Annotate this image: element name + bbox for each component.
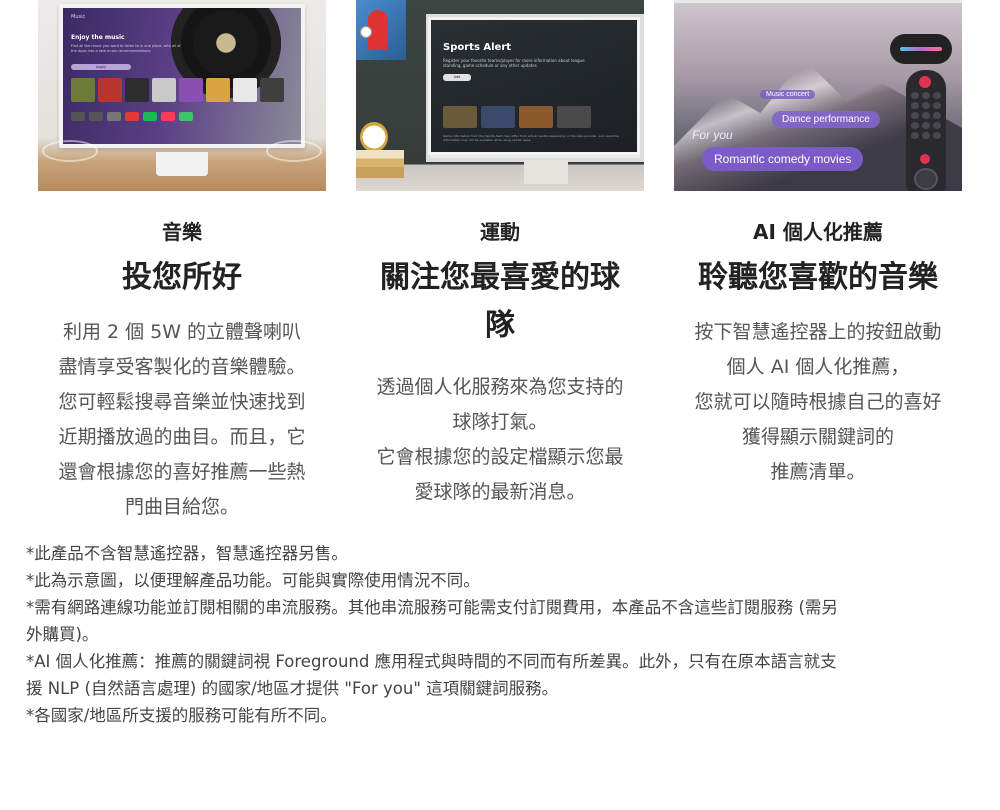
headline-line: 隊 — [485, 308, 515, 343]
keyword-pill-romantic-comedy: Romantic comedy movies — [702, 147, 864, 171]
feature-body: 按下智慧遙控器上的按鈕啟動 個人 AI 個人化推薦， 您就可以隨時根據自己的喜好… — [674, 315, 962, 490]
footnote: *此產品不含智慧遙控器，智慧遙控器另售。 — [26, 544, 348, 563]
sports-alert-footer: Game information from the Sports Alert m… — [443, 134, 619, 142]
album-cover — [125, 78, 149, 102]
body-line: 利用 2 個 5W 的立體聲喇叭 — [62, 321, 302, 343]
keyword-pill-music-concert: Music concert — [760, 90, 816, 99]
clock-icon — [360, 122, 388, 152]
wheel-icon — [914, 168, 938, 190]
music-app-label: Music — [71, 14, 86, 20]
album-cover — [206, 78, 230, 102]
speaker-wave-icon — [42, 140, 98, 162]
tv-stand — [156, 152, 208, 176]
body-line: 個人 AI 個人化推薦， — [726, 356, 910, 378]
footnotes: *此產品不含智慧遙控器，智慧遙控器另售。 *此為示意圖，以便理解產品功能。可能與… — [26, 540, 976, 729]
body-line: 愛球隊的最新消息。 — [414, 481, 586, 503]
body-line: 按下智慧遙控器上的按鈕啟動 — [694, 321, 942, 343]
tv-display: Music Enjoy the music Find all the music… — [59, 4, 305, 148]
album-cover — [152, 78, 176, 102]
album-cover — [71, 78, 95, 102]
footnote: *此為示意圖，以便理解產品功能。可能與實際使用情況不同。 — [26, 571, 480, 590]
app-tile — [161, 112, 175, 121]
feature-body: 利用 2 個 5W 的立體聲喇叭 盡情享受客製化的音樂體驗。 您可輕鬆搜尋音樂並… — [38, 315, 326, 525]
league-cards — [443, 106, 591, 128]
tv-stand — [524, 160, 568, 184]
app-tile — [107, 112, 121, 121]
speaker-wave-icon — [266, 140, 322, 162]
feature-ai: Music concert Dance performance For you … — [674, 0, 962, 490]
footnote: 援 NLP (自然語言處理) 的國家/地區才提供 "For you" 這項關鍵詞… — [26, 679, 559, 698]
album-cover — [233, 78, 257, 102]
app-tile — [143, 112, 157, 121]
body-line: 您可輕鬆搜尋音樂並快速找到 — [58, 391, 306, 413]
body-line: 推薦清單。 — [770, 461, 866, 483]
music-app-heading: Enjoy the music — [71, 34, 125, 41]
music-app-subtitle: Find all the music you want to listen to… — [71, 44, 181, 53]
headline-line: 關注您最喜愛的球 — [380, 260, 620, 295]
body-line: 透過個人化服務來為您支持的 — [376, 376, 624, 398]
sports-add-button: Add — [443, 74, 471, 81]
footnote: *需有網路連線功能並訂閱相關的串流服務。其他串流服務可能需支付訂閱費用，本產品不… — [26, 598, 838, 617]
album-cover — [179, 78, 203, 102]
sports-alert-subtitle: Register your favorite teams/player for … — [443, 58, 585, 68]
feature-body: 透過個人化服務來為您支持的 球隊打氣。 它會根據您的設定檔顯示您最 愛球隊的最新… — [356, 370, 644, 510]
feature-category: 運動 — [480, 220, 520, 244]
music-hero-image: Music Enjoy the music Find all the music… — [38, 0, 326, 191]
mic-icon — [920, 154, 930, 164]
ai-hero-image: Music concert Dance performance For you … — [674, 0, 962, 191]
footnote: 外購買)。 — [26, 625, 99, 644]
footnote: *各國家/地區所支援的服務可能有所不同。 — [26, 706, 337, 725]
body-line: 盡情享受客製化的音樂體驗。 — [58, 356, 306, 378]
league-card — [481, 106, 515, 128]
tv-display: Sports Alert Register your favorite team… — [428, 17, 640, 155]
feature-headline: 聆聽您喜歡的音樂 — [698, 260, 938, 295]
feature-headline: 投您所好 — [122, 260, 242, 295]
remote-control-icon — [906, 70, 946, 191]
for-you-label: For you — [692, 128, 733, 142]
books-decor — [356, 150, 404, 178]
league-card — [519, 106, 553, 128]
keyword-pill-dance-performance: Dance performance — [772, 111, 880, 128]
app-tile — [125, 112, 139, 121]
league-card — [443, 106, 477, 128]
sports-alert-title: Sports Alert — [443, 42, 512, 53]
power-icon — [919, 76, 931, 88]
feature-category: 音樂 — [162, 220, 202, 244]
body-line: 球隊打氣。 — [452, 411, 548, 433]
voice-wave-icon — [890, 34, 952, 64]
body-line: 您就可以隨時根據自己的喜好 — [694, 391, 942, 413]
feature-music: Music Enjoy the music Find all the music… — [38, 0, 326, 525]
album-cover — [98, 78, 122, 102]
body-line: 還會根據您的喜好推薦一些熱 — [58, 461, 306, 483]
league-card — [557, 106, 591, 128]
footnote: *AI 個人化推薦：推薦的關鍵詞視 Foreground 應用程式與時間的不同而… — [26, 652, 837, 671]
album-cover — [260, 78, 284, 102]
feature-headline: 關注您最喜愛的球 隊 — [350, 254, 650, 350]
music-app-pill: Apply — [71, 64, 131, 70]
app-tile — [71, 112, 85, 121]
body-line: 門曲目給您。 — [124, 496, 239, 518]
body-line: 獲得顯示關鍵詞的 — [741, 426, 894, 448]
app-tile — [179, 112, 193, 121]
album-row — [71, 78, 284, 102]
app-row — [71, 112, 193, 121]
feature-sports: Sports Alert Register your favorite team… — [356, 0, 644, 510]
body-line: 近期播放過的曲目。而且，它 — [58, 426, 306, 448]
body-line: 它會根據您的設定檔顯示您最 — [376, 446, 624, 468]
soccer-ball-icon — [360, 26, 372, 38]
feature-category: AI 個人化推薦 — [753, 220, 883, 244]
soccer-poster — [356, 0, 406, 60]
sports-hero-image: Sports Alert Register your favorite team… — [356, 0, 644, 191]
app-tile — [89, 112, 103, 121]
